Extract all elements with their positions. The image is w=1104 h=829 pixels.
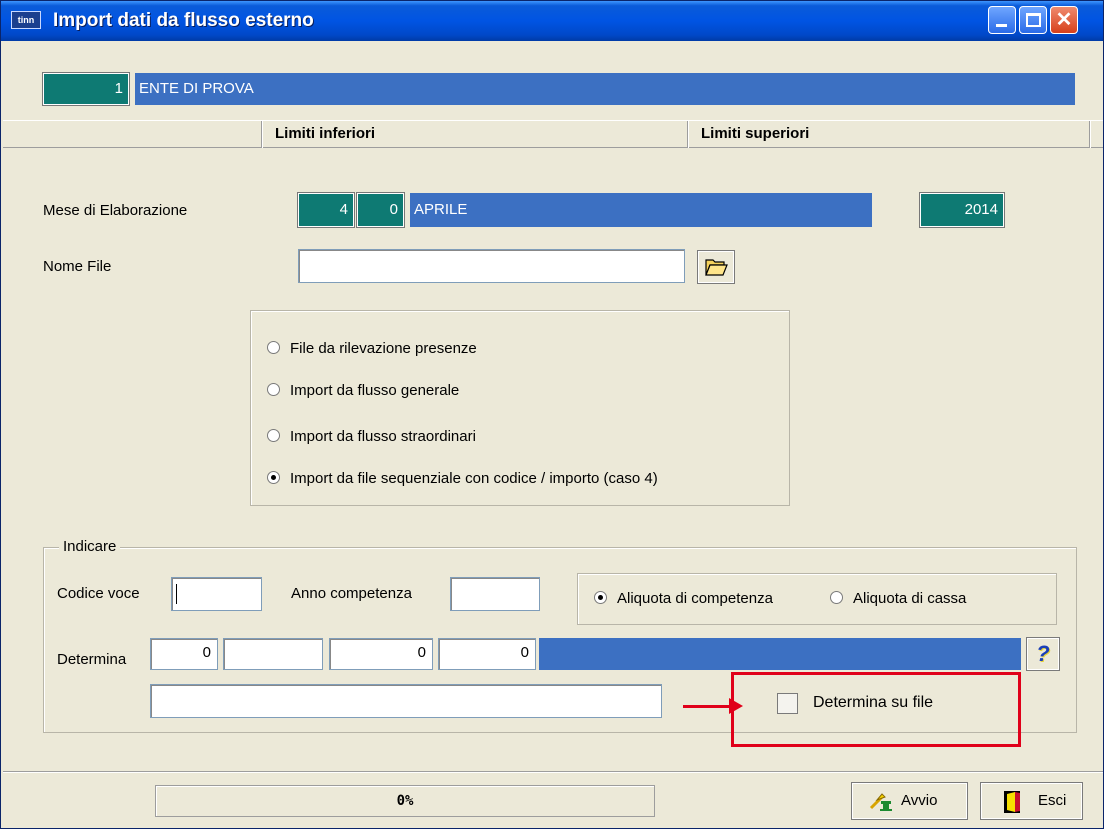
radio-button[interactable] (830, 591, 843, 604)
maximize-icon (1026, 13, 1041, 27)
nome-file-label: Nome File (43, 258, 112, 275)
option-rilevazione-presenze[interactable]: File da rilevazione presenze (267, 340, 477, 357)
determina-extra-input[interactable] (150, 684, 662, 718)
determina-description (539, 638, 1021, 670)
progress-bar: 0% (155, 785, 655, 817)
aliquota-competenza-option[interactable]: Aliquota di competenza (594, 590, 773, 607)
month-sub-field[interactable]: 0 (356, 192, 405, 228)
option-label: Aliquota di competenza (617, 590, 773, 607)
ente-name: ENTE DI PROVA (135, 73, 1075, 105)
codice-voce-label: Codice voce (57, 585, 140, 602)
aliquota-group: Aliquota di competenza Aliquota di cassa (577, 573, 1057, 625)
codice-voce-input[interactable] (171, 577, 262, 611)
import-type-group: File da rilevazione presenze Import da f… (250, 310, 790, 506)
determina-field-4[interactable]: 0 (438, 638, 536, 670)
year-field[interactable]: 2014 (919, 192, 1005, 228)
option-label: File da rilevazione presenze (290, 340, 477, 357)
header-divider (1089, 121, 1091, 148)
avvio-button[interactable]: Avvio (851, 782, 968, 820)
status-divider (3, 771, 1103, 773)
option-label: Import da flusso generale (290, 382, 460, 399)
minimize-button[interactable] (988, 6, 1016, 34)
radio-button[interactable] (267, 341, 280, 354)
file-name-input[interactable] (298, 249, 685, 283)
maximize-button[interactable] (1019, 6, 1047, 34)
help-button[interactable]: ? (1026, 637, 1060, 671)
annotation-arrow-line (683, 705, 735, 708)
radio-button[interactable] (267, 383, 280, 396)
aliquota-cassa-option[interactable]: Aliquota di cassa (830, 590, 966, 607)
determina-field-3[interactable]: 0 (329, 638, 433, 670)
month-number-field[interactable]: 4 (297, 192, 355, 228)
header-divider (261, 121, 263, 148)
option-label: Import da flusso straordinari (290, 428, 476, 445)
esci-button[interactable]: Esci (980, 782, 1083, 820)
option-flusso-generale[interactable]: Import da flusso generale (267, 382, 459, 399)
browse-folder-button[interactable] (697, 250, 735, 284)
determina-label: Determina (57, 651, 127, 668)
radio-button-selected[interactable] (267, 471, 280, 484)
header-divider (687, 121, 689, 148)
option-label: Aliquota di cassa (853, 590, 967, 607)
radio-button-selected[interactable] (594, 591, 607, 604)
upper-limits-header: Limiti superiori (701, 125, 810, 142)
annotation-arrow-icon (729, 698, 743, 714)
close-button[interactable]: ✕ (1050, 6, 1078, 34)
indicare-legend: Indicare (59, 538, 121, 555)
title-bar[interactable]: tinn Import dati da flusso esterno ✕ (1, 1, 1103, 41)
anno-competenza-input[interactable] (450, 577, 540, 611)
option-label: Import da file sequenziale con codice / … (290, 470, 658, 487)
text-cursor (176, 584, 177, 604)
close-icon: ✕ (1055, 9, 1073, 31)
ente-code-field[interactable]: 1 (42, 72, 130, 106)
determina-field-2[interactable] (223, 638, 323, 670)
exit-door-icon (1004, 791, 1020, 813)
option-flusso-straordinari[interactable]: Import da flusso straordinari (267, 428, 476, 445)
import-window: tinn Import dati da flusso esterno ✕ 1 E… (0, 0, 1104, 829)
month-name: APRILE (410, 193, 872, 227)
option-file-sequenziale[interactable]: Import da file sequenziale con codice / … (267, 470, 658, 487)
avvio-label: Avvio (901, 792, 938, 809)
determina-field-1[interactable]: 0 (150, 638, 218, 670)
limits-header: Limiti inferiori Limiti superiori (3, 120, 1103, 148)
esci-label: Esci (1038, 792, 1067, 809)
help-icon: ? (1036, 641, 1050, 666)
highlight-box (731, 672, 1021, 747)
anno-competenza-label: Anno competenza (291, 585, 412, 602)
radio-button[interactable] (267, 429, 280, 442)
lower-limits-header: Limiti inferiori (275, 125, 376, 142)
app-icon: tinn (11, 11, 41, 29)
folder-open-icon (705, 259, 728, 276)
window-title: Import dati da flusso esterno (53, 10, 314, 31)
mese-label: Mese di Elaborazione (43, 202, 188, 219)
minimize-icon (996, 24, 1007, 27)
run-icon (869, 793, 892, 811)
